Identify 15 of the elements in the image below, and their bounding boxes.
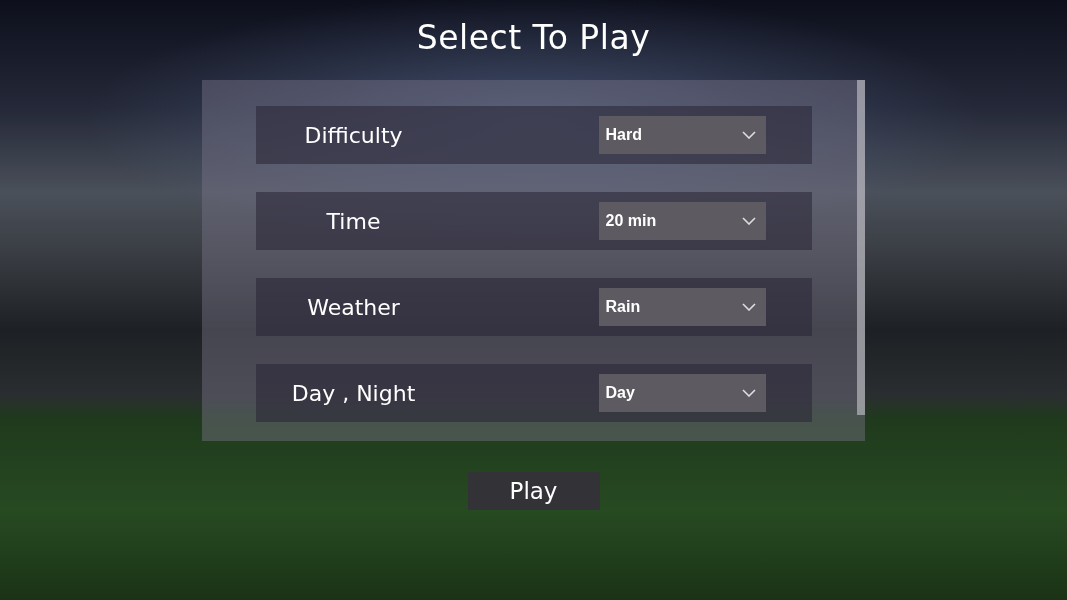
screen-title: Select To Play [416, 18, 651, 58]
chevron-down-icon [741, 217, 756, 225]
setting-label: Day , Night [290, 380, 417, 406]
dropdown[interactable]: 20 min [598, 202, 766, 240]
scrollbar[interactable] [857, 80, 865, 415]
dropdown[interactable]: Day [598, 374, 766, 412]
dropdown[interactable]: Rain [598, 288, 766, 326]
chevron-down-icon [741, 131, 756, 139]
setting-label: Difficulty [303, 122, 404, 148]
dropdown[interactable]: Hard [598, 116, 766, 154]
chevron-down-icon [741, 303, 756, 311]
setting-label: Time [325, 208, 382, 234]
play-button[interactable]: Play [467, 472, 600, 510]
setting-label: Weather [306, 294, 401, 320]
chevron-down-icon [741, 389, 756, 397]
